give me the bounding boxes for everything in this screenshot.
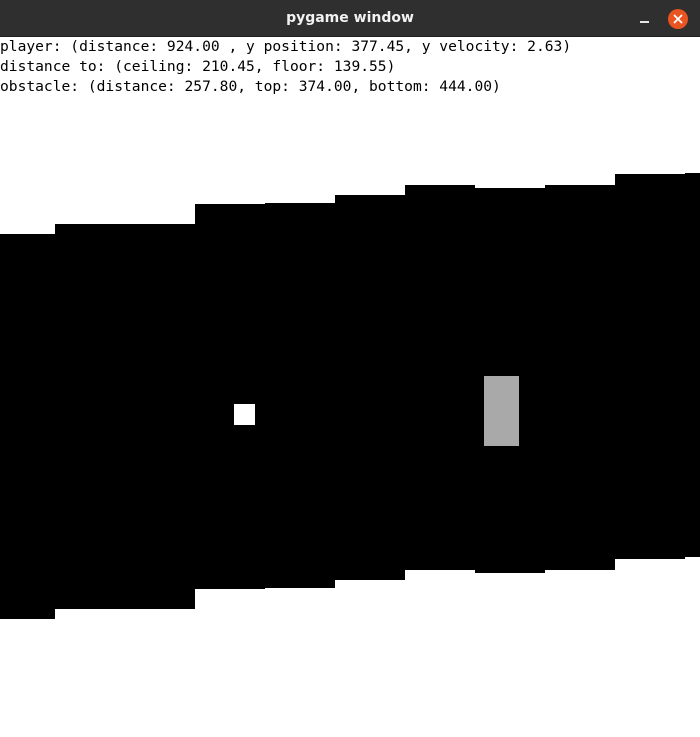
close-button[interactable] <box>668 9 688 29</box>
pygame-window: pygame window player: (distance: 924.00 … <box>0 0 700 737</box>
player <box>234 404 255 425</box>
close-icon <box>673 14 683 24</box>
hud-player-line: player: (distance: 924.00 , y position: … <box>0 38 572 55</box>
game-scene <box>0 173 700 619</box>
minimize-button[interactable] <box>634 8 656 30</box>
window-title: pygame window <box>286 10 414 26</box>
obstacle <box>484 376 519 446</box>
hud-obstacle-line: obstacle: (distance: 257.80, top: 374.00… <box>0 78 501 95</box>
hud-distance-line: distance to: (ceiling: 210.45, floor: 13… <box>0 58 396 75</box>
game-canvas: player: (distance: 924.00 , y position: … <box>0 37 700 737</box>
tunnel <box>0 173 700 619</box>
title-bar[interactable]: pygame window <box>0 0 700 37</box>
minimize-icon <box>640 21 649 23</box>
